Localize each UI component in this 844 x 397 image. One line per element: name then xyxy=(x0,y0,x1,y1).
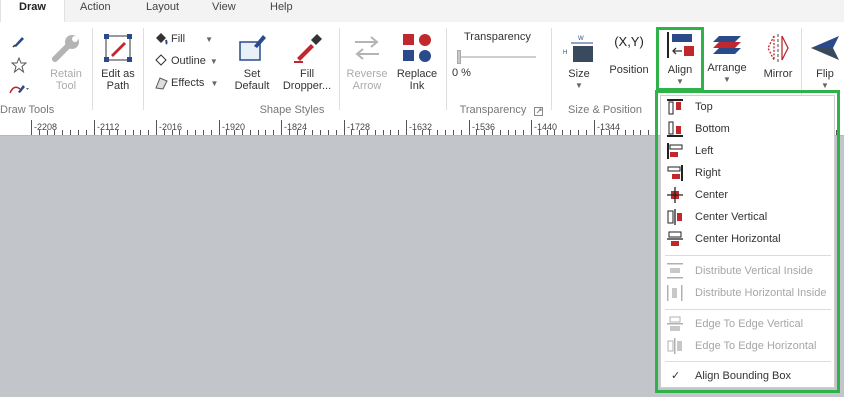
distribute-vertical-icon xyxy=(667,263,683,279)
tab-view[interactable]: View xyxy=(212,0,236,22)
transparency-group-label: Transparency xyxy=(459,104,527,116)
slider-thumb[interactable] xyxy=(457,50,461,64)
size-button[interactable]: W H Size ▼ xyxy=(560,34,598,92)
align-dropdown-menu: Top Bottom Left Right Center Center Vert… xyxy=(660,95,835,388)
align-bottom-icon xyxy=(667,121,683,137)
svg-text:W: W xyxy=(578,36,584,42)
position-button[interactable]: (X,Y) Position xyxy=(606,34,652,76)
flip-icon xyxy=(811,36,839,60)
menu-item-align-center-vertical[interactable]: Center Vertical xyxy=(661,206,834,228)
checkmark-icon: ✓ xyxy=(671,370,681,382)
ruler-label: -2208 xyxy=(34,122,58,132)
replace-ink-button[interactable]: Replace Ink xyxy=(394,32,440,92)
mirror-button[interactable]: Mirror xyxy=(757,32,799,80)
replace-ink-icon xyxy=(403,34,431,62)
menu-item-align-right[interactable]: Right xyxy=(661,162,834,184)
align-center-horizontal-icon xyxy=(667,231,683,246)
chevron-down-icon: ▼ xyxy=(205,35,213,44)
menu-separator xyxy=(665,255,831,256)
align-left-icon xyxy=(667,143,683,159)
position-xy-icon: (X,Y) xyxy=(614,34,644,49)
wrench-icon xyxy=(52,35,79,62)
outline-icon xyxy=(155,54,167,66)
ribbon-tab-bar: Draw Action Layout View Help xyxy=(0,0,844,22)
menu-item-align-bounding-box[interactable]: ✓ Align Bounding Box xyxy=(661,365,834,387)
svg-text:H: H xyxy=(563,50,567,56)
menu-separator xyxy=(665,309,831,310)
ruler-label: -1824 xyxy=(284,122,308,132)
shape-styles-group-label: Shape Styles xyxy=(259,104,325,116)
reverse-arrow-button[interactable]: Reverse Arrow xyxy=(343,32,391,92)
distribute-horizontal-icon xyxy=(667,285,683,301)
align-button-highlight xyxy=(656,27,704,91)
chevron-down-icon: ▼ xyxy=(209,57,218,66)
chevron-down-icon: ▼ xyxy=(723,75,731,84)
menu-item-align-center-horizontal[interactable]: Center Horizontal xyxy=(661,228,834,250)
edit-path-icon xyxy=(104,34,132,62)
menu-item-distribute-vertical-inside[interactable]: Distribute Vertical Inside xyxy=(661,260,834,282)
fill-dropper-button[interactable]: Fill Dropper... xyxy=(280,32,334,92)
transparency-value: 0 % xyxy=(452,67,471,79)
pen-tool-icon[interactable] xyxy=(11,34,27,48)
group-divider xyxy=(551,28,552,110)
size-icon: W H xyxy=(563,36,593,62)
menu-item-align-top[interactable]: Top xyxy=(661,96,834,118)
ruler-label: -1632 xyxy=(409,122,433,132)
menu-item-distribute-horizontal-inside[interactable]: Distribute Horizontal Inside xyxy=(661,282,834,304)
ruler-label: -1920 xyxy=(222,122,246,132)
set-default-icon xyxy=(239,35,266,61)
reverse-arrow-icon xyxy=(355,36,379,60)
group-divider xyxy=(446,28,447,110)
fill-bucket-icon xyxy=(156,33,168,45)
align-top-icon xyxy=(667,99,683,115)
tab-action[interactable]: Action xyxy=(80,0,111,22)
transparency-slider[interactable] xyxy=(454,50,538,64)
set-default-button[interactable]: Set Default xyxy=(230,32,274,92)
effects-icon xyxy=(155,77,168,90)
arrange-layers-icon xyxy=(713,36,741,54)
eyedropper-icon xyxy=(294,34,322,63)
tab-help[interactable]: Help xyxy=(270,0,293,22)
group-divider xyxy=(92,28,93,110)
slider-track xyxy=(458,56,536,58)
transparency-title: Transparency xyxy=(464,31,531,43)
ink-tool-icon[interactable] xyxy=(8,80,30,96)
align-center-vertical-icon xyxy=(667,209,682,225)
ruler-label: -2016 xyxy=(159,122,183,132)
edge-to-edge-horizontal-icon xyxy=(667,338,682,354)
tab-layout[interactable]: Layout xyxy=(146,0,179,22)
ruler-label: -1536 xyxy=(472,122,496,132)
mirror-icon xyxy=(767,34,789,62)
star-tool-icon[interactable] xyxy=(11,57,27,73)
ruler-label: -1440 xyxy=(534,122,558,132)
ruler-label: -1728 xyxy=(347,122,371,132)
group-divider xyxy=(143,28,144,110)
arrange-button[interactable]: Arrange ▼ xyxy=(705,30,749,86)
menu-item-align-left[interactable]: Left xyxy=(661,140,834,162)
edge-to-edge-vertical-icon xyxy=(667,316,683,331)
align-right-icon xyxy=(667,165,683,181)
menu-item-edge-to-edge-vertical[interactable]: Edge To Edge Vertical xyxy=(661,313,834,335)
retain-tool-button[interactable]: Retain Tool xyxy=(44,32,88,92)
draw-tools-group-label: Draw Tools xyxy=(0,104,55,116)
flip-button[interactable]: Flip ▼ xyxy=(806,32,844,92)
menu-separator xyxy=(665,361,831,362)
dialog-launcher-icon[interactable] xyxy=(534,107,543,116)
size-position-group-label: Size & Position xyxy=(568,104,642,116)
ruler-label: -1344 xyxy=(597,122,621,132)
menu-item-align-center[interactable]: Center xyxy=(661,184,834,206)
outline-dropdown[interactable]: Outline ▼ xyxy=(154,52,218,70)
menu-item-align-bottom[interactable]: Bottom xyxy=(661,118,834,140)
fill-dropdown[interactable]: Fill ▼ xyxy=(154,30,213,48)
chevron-down-icon: ▼ xyxy=(210,79,219,88)
edit-as-path-button[interactable]: Edit as Path xyxy=(96,32,140,92)
tab-draw[interactable]: Draw xyxy=(0,0,65,22)
group-divider xyxy=(339,28,340,110)
chevron-down-icon: ▼ xyxy=(575,81,583,90)
effects-dropdown[interactable]: Effects ▼ xyxy=(154,74,218,92)
ruler-label: -2112 xyxy=(97,122,120,132)
align-center-icon xyxy=(667,187,683,203)
menu-item-edge-to-edge-horizontal[interactable]: Edge To Edge Horizontal xyxy=(661,335,834,357)
